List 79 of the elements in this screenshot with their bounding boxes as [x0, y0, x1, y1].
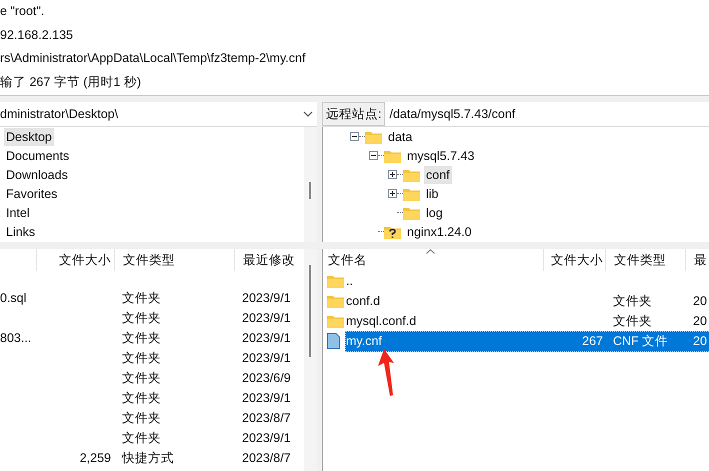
tree-item[interactable]: Links [4, 222, 38, 240]
tree-item[interactable]: log [424, 204, 445, 222]
file-type: 快捷方式 [122, 450, 174, 464]
file-type: 文件夹 [122, 410, 161, 424]
tree-item[interactable]: lib [424, 184, 441, 202]
file-type: CNF 文件 [613, 334, 668, 348]
remote-site-label: 远程站点: [322, 102, 386, 126]
file-name: 0.sql [0, 291, 26, 305]
file-name: mysql.conf.d [346, 314, 416, 328]
file-icon [327, 333, 340, 349]
folder-icon [327, 274, 344, 288]
tree-item[interactable]: data [386, 128, 414, 146]
file-name: 803... [0, 331, 32, 345]
file-size: 267 [582, 334, 603, 348]
folder-icon [384, 148, 401, 162]
folder-icon [327, 314, 344, 328]
file-type: 文件夹 [122, 370, 161, 384]
modified-date: 2023/9/1 [242, 311, 291, 325]
modified-date: 20 [693, 314, 707, 328]
folder-icon [403, 206, 420, 220]
file-type: 文件夹 [122, 330, 161, 344]
modified-date: 2023/9/1 [242, 391, 291, 405]
tree-item[interactable]: mysql5.7.43 [405, 146, 476, 164]
question-folder-icon [384, 224, 401, 238]
column-header[interactable]: 文件类型 [114, 249, 234, 271]
tree-item[interactable]: conf [424, 166, 452, 184]
file-type: 文件夹 [122, 430, 161, 444]
tree-item[interactable]: Desktop [4, 128, 54, 146]
folder-icon [365, 130, 382, 144]
sort-caret-icon [426, 249, 435, 254]
file-size: 2,259 [80, 451, 111, 465]
log-line: e "root". [0, 3, 46, 20]
scrollbar[interactable] [304, 127, 317, 242]
file-row[interactable]: .. [345, 270, 709, 292]
file-type: 文件夹 [122, 390, 161, 404]
tree-item[interactable]: Downloads [4, 166, 70, 184]
file-type: 文件夹 [613, 294, 652, 308]
column-header[interactable]: 文件类型 [605, 249, 685, 271]
file-name: my.cnf [346, 334, 382, 348]
file-type: 文件夹 [122, 350, 161, 364]
log-line: rs\Administrator\AppData\Local\Temp\fz3temp-2\my.cnf [0, 50, 306, 67]
expand-icon[interactable] [388, 170, 397, 179]
modified-date: 2023/9/1 [242, 351, 291, 365]
remote-path-field[interactable]: /data/mysql5.7.43/conf [385, 102, 709, 126]
scrollbar[interactable] [304, 249, 317, 471]
collapse-icon[interactable] [350, 132, 359, 141]
modified-date: 2023/9/1 [242, 291, 291, 305]
tree-item[interactable]: Intel [4, 204, 32, 222]
tree-item[interactable]: nginx1.24.0 [405, 222, 474, 240]
tree-item[interactable]: Documents [4, 146, 72, 164]
dropdown-caret-icon[interactable] [303, 111, 313, 117]
modified-date: 2023/6/9 [242, 371, 291, 385]
pointer-arrow [376, 349, 396, 397]
file-type: 文件夹 [613, 314, 652, 328]
column-header[interactable]: 文件名 [323, 249, 543, 271]
modified-date: 2023/8/7 [242, 411, 291, 425]
folder-icon [327, 294, 344, 308]
file-name: conf.d [346, 294, 380, 308]
folder-icon [403, 186, 420, 200]
modified-date: 20 [693, 294, 707, 308]
column-header[interactable]: 文件大小 [543, 249, 605, 271]
modified-date: 2023/9/1 [242, 331, 291, 345]
folder-icon [403, 168, 420, 182]
tree-item[interactable]: Favorites [4, 184, 60, 202]
file-type: 文件夹 [122, 310, 161, 324]
file-row[interactable]: my.cnf 267 CNF 文件 20 [345, 330, 709, 352]
column-header[interactable]: 最 [685, 249, 709, 271]
modified-date: 2023/9/1 [242, 431, 291, 445]
file-row[interactable]: conf.d 文件夹 20 [345, 290, 709, 312]
modified-date: 20 [693, 334, 707, 348]
modified-date: 2023/8/7 [242, 451, 291, 465]
expand-icon[interactable] [388, 189, 397, 198]
log-line: 92.168.2.135 [0, 26, 74, 44]
column-header[interactable]: 文件大小 [36, 249, 114, 271]
collapse-icon[interactable] [369, 151, 378, 160]
log-line: 输了 267 字节 (用时1 秒) [0, 74, 142, 91]
file-row[interactable]: mysql.conf.d 文件夹 20 [345, 310, 709, 332]
file-name: .. [346, 274, 353, 288]
file-type: 文件夹 [122, 290, 161, 304]
